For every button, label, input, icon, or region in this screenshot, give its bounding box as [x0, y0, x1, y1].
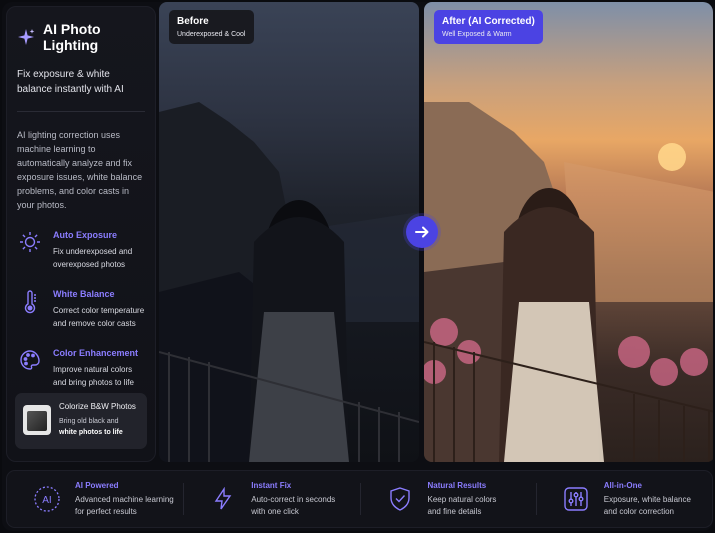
- benefit-text-line: Auto-correct in seconds: [251, 494, 336, 504]
- sliders-icon: [562, 485, 590, 513]
- divider: [17, 111, 145, 112]
- after-subtitle: Well Exposed & Warm: [442, 31, 512, 38]
- svg-text:AI: AI: [42, 495, 51, 506]
- benefit-text-line: Advanced machine learning: [75, 494, 174, 504]
- feature-text: Improve natural colors and bring photos …: [53, 365, 134, 387]
- benefit-title: Instant Fix: [251, 480, 292, 490]
- colorize-text: Bring old black and white photos to life: [59, 416, 136, 438]
- thermometer-icon: [17, 289, 43, 330]
- feature-title: White Balance: [53, 289, 115, 299]
- benefits-bar: AI AI Powered Advanced machine learning f…: [6, 470, 713, 528]
- before-scene: [159, 102, 419, 462]
- sun-icon: [17, 230, 43, 271]
- feature-title: Auto Exposure: [53, 230, 118, 240]
- benefit-title: All-in-One: [603, 480, 642, 490]
- benefit-title: AI Powered: [75, 480, 119, 490]
- compare-arrow-button[interactable]: [406, 216, 438, 248]
- before-subtitle: Underexposed & Cool: [177, 31, 246, 38]
- feature-auto-exposure: Auto Exposure Fix underexposed and overe…: [17, 230, 145, 271]
- description: AI lighting correction uses machine lear…: [17, 130, 143, 210]
- benefit-text: Exposure, white balance and color correct…: [604, 494, 691, 518]
- after-title: After (AI Corrected): [442, 16, 535, 27]
- arrow-right-icon: [415, 226, 429, 238]
- benefit-text-line: for perfect results: [75, 506, 137, 516]
- benefit-text-line: Exposure, white balance: [603, 494, 691, 504]
- ai-icon: AI: [33, 485, 61, 513]
- after-scene: [424, 102, 713, 462]
- benefit-all-in-one: All-in-One Exposure, white balance and co…: [535, 471, 712, 527]
- before-image: Before Underexposed & Cool: [159, 2, 419, 462]
- benefit-title: Natural Results: [427, 480, 487, 490]
- palette-icon: [17, 348, 43, 389]
- colorize-text-mid: old black and: [77, 418, 119, 425]
- app-frame: AI Photo Lighting Fix exposure & white b…: [2, 2, 713, 531]
- sidebar: AI Photo Lighting Fix exposure & white b…: [6, 6, 156, 462]
- colorize-card[interactable]: Colorize B&W Photos Bring old black and …: [15, 393, 147, 449]
- colorize-text-pre: Bring: [59, 418, 76, 425]
- before-label: Before Underexposed & Cool: [169, 10, 254, 44]
- after-image: After (AI Corrected) Well Exposed & Warm: [424, 2, 713, 462]
- benefit-text-line: and color correction: [603, 506, 675, 516]
- benefit-text-line: with one click: [251, 506, 299, 516]
- colorize-text-bold: white photos to life: [59, 429, 123, 436]
- shield-check-icon: [386, 485, 414, 513]
- feature-title: Color Enhancement: [53, 348, 139, 358]
- tagline: Fix exposure & white balance instantly w…: [17, 69, 124, 95]
- photo-thumbnail-icon: [23, 405, 51, 435]
- feature-text: Correct color temperature and remove col…: [53, 306, 145, 328]
- benefit-text-line: and fine details: [427, 506, 482, 516]
- benefit-text: Keep natural colors and fine details: [428, 494, 497, 518]
- benefit-ai-powered: AI AI Powered Advanced machine learning f…: [7, 471, 183, 527]
- feature-text: Fix underexposed and overexposed photos: [53, 247, 133, 269]
- benefit-instant-fix: Instant Fix Auto-correct in seconds with …: [183, 471, 359, 527]
- before-title: Before: [177, 16, 209, 27]
- colorize-title: Colorize B&W Photos: [59, 402, 136, 411]
- feature-color-enhancement: Color Enhancement Improve natural colors…: [17, 348, 145, 389]
- lightning-icon: [209, 485, 237, 513]
- benefit-natural-results: Natural Results Keep natural colors and f…: [359, 471, 536, 527]
- sparkle-icon: [17, 28, 35, 46]
- brand: AI Photo Lighting: [17, 21, 145, 53]
- benefit-text: Advanced machine learning for perfect res…: [75, 494, 174, 518]
- feature-white-balance: White Balance Correct color temperature …: [17, 289, 145, 330]
- benefit-text-line: Keep natural colors: [427, 494, 497, 504]
- after-label: After (AI Corrected) Well Exposed & Warm: [434, 10, 543, 44]
- benefit-text: Auto-correct in seconds with one click: [251, 494, 335, 518]
- app-title: AI Photo Lighting: [43, 21, 101, 53]
